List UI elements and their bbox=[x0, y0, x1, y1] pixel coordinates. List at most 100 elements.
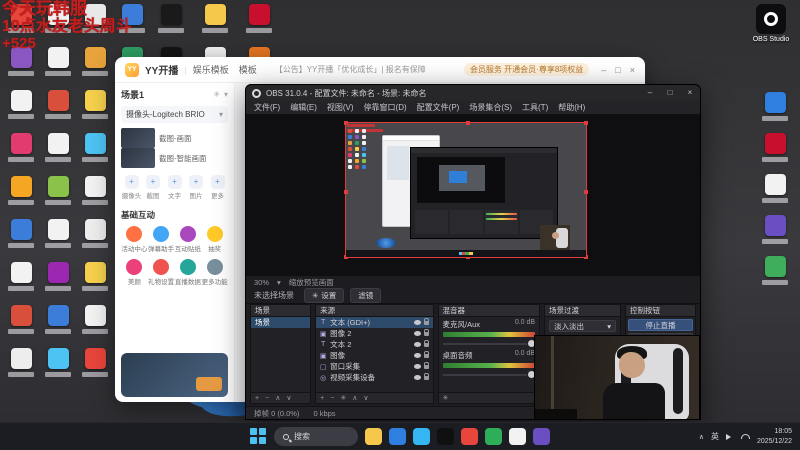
desktop-icon[interactable] bbox=[41, 176, 75, 205]
close-icon[interactable]: × bbox=[680, 85, 700, 101]
network-icon[interactable] bbox=[740, 434, 750, 439]
desktop-icon[interactable] bbox=[41, 133, 75, 162]
mixer-settings-icon[interactable]: ✳ bbox=[443, 394, 449, 402]
desktop-icon[interactable] bbox=[758, 215, 792, 244]
desktop-icon[interactable] bbox=[78, 176, 112, 205]
yy-interact-item[interactable]: 抽奖 bbox=[201, 226, 228, 253]
obs-menu-item[interactable]: 场景集合(S) bbox=[469, 102, 512, 113]
source-properties-icon[interactable]: ✳ bbox=[340, 394, 346, 402]
taskbar-app-icon[interactable] bbox=[365, 428, 382, 445]
yy-interact-item[interactable]: 弹幕助手 bbox=[148, 226, 175, 253]
volume-slider[interactable] bbox=[442, 339, 536, 348]
taskbar-app-icon[interactable] bbox=[437, 428, 454, 445]
add-source-icon[interactable]: + bbox=[320, 395, 324, 402]
desktop-icon[interactable] bbox=[154, 4, 188, 33]
obs-menu-item[interactable]: 帮助(H) bbox=[558, 102, 585, 113]
desktop-icon[interactable] bbox=[758, 92, 792, 121]
yy-add-tool-button[interactable]: + 截图 bbox=[143, 175, 164, 200]
close-icon[interactable]: × bbox=[630, 65, 635, 75]
lock-icon[interactable] bbox=[423, 372, 429, 380]
obs-preview-source-display-capture[interactable] bbox=[344, 121, 588, 259]
obs-menu-item[interactable]: 配置文件(P) bbox=[417, 102, 460, 113]
desktop-icon[interactable] bbox=[41, 348, 75, 377]
yy-add-tool-button[interactable]: + 更多 bbox=[207, 175, 228, 200]
visibility-eye-icon[interactable] bbox=[413, 364, 421, 369]
scene-list-item[interactable]: 场景 bbox=[251, 317, 311, 328]
desktop-icon[interactable] bbox=[4, 219, 38, 248]
lock-icon[interactable] bbox=[423, 328, 429, 336]
yy-add-tool-button[interactable]: + 摄像头 bbox=[121, 175, 142, 200]
control-button[interactable]: 停止直播 bbox=[627, 319, 693, 331]
resize-handle[interactable] bbox=[466, 121, 470, 125]
desktop-icon[interactable] bbox=[758, 256, 792, 285]
visibility-eye-icon[interactable] bbox=[413, 320, 421, 325]
obs-menu-item[interactable]: 文件(F) bbox=[254, 102, 280, 113]
visibility-eye-icon[interactable] bbox=[413, 331, 421, 336]
desktop-icon[interactable] bbox=[758, 133, 792, 162]
desktop-icon[interactable] bbox=[198, 4, 232, 33]
visibility-eye-icon[interactable] bbox=[413, 342, 421, 347]
desktop-icon[interactable] bbox=[41, 262, 75, 291]
desktop-icon[interactable] bbox=[4, 262, 38, 291]
remove-source-icon[interactable]: − bbox=[330, 395, 334, 402]
yy-interact-item[interactable]: 更多功能 bbox=[201, 259, 228, 286]
taskbar-app-icon[interactable] bbox=[485, 428, 502, 445]
yy-interact-item[interactable]: 美颜 bbox=[121, 259, 148, 286]
source-row[interactable]: ▢ 窗口采集 bbox=[316, 361, 432, 372]
zoom-level[interactable]: 30% bbox=[254, 278, 269, 287]
yy-camera-source[interactable]: 摄像头-Logitech BRIO ▾ bbox=[121, 106, 228, 123]
desktop-icon[interactable] bbox=[78, 348, 112, 377]
volume-slider[interactable] bbox=[442, 370, 536, 379]
desktop-icon[interactable] bbox=[41, 219, 75, 248]
resize-handle[interactable] bbox=[584, 121, 588, 125]
scene-settings-button[interactable]: ✳ 设置 bbox=[304, 288, 345, 303]
minimize-icon[interactable]: – bbox=[640, 85, 660, 101]
yy-source-item[interactable]: 截图-智能画面 bbox=[121, 148, 228, 168]
obs-preview-canvas[interactable] bbox=[246, 115, 700, 276]
resize-handle[interactable] bbox=[344, 190, 348, 194]
lock-icon[interactable] bbox=[423, 317, 429, 325]
visibility-eye-icon[interactable] bbox=[413, 375, 421, 380]
obs-menu-item[interactable]: 工具(T) bbox=[522, 102, 548, 113]
desktop-icon-obs-studio[interactable]: OBS Studio bbox=[748, 4, 794, 43]
resize-handle[interactable] bbox=[584, 190, 588, 194]
desktop-icon[interactable] bbox=[4, 305, 38, 334]
move-up-icon[interactable]: ∧ bbox=[275, 394, 280, 402]
taskbar-app-icon[interactable] bbox=[461, 428, 478, 445]
chevron-down-icon[interactable]: ▾ bbox=[224, 90, 228, 99]
lock-icon[interactable] bbox=[423, 350, 429, 358]
obs-menu-item[interactable]: 编辑(E) bbox=[290, 102, 317, 113]
desktop-icon[interactable] bbox=[78, 90, 112, 119]
search-input[interactable]: 搜索 bbox=[274, 427, 358, 446]
desktop-icon[interactable] bbox=[4, 348, 38, 377]
filters-button[interactable]: 滤镜 bbox=[350, 288, 382, 303]
desktop-icon[interactable] bbox=[4, 90, 38, 119]
lock-icon[interactable] bbox=[423, 339, 429, 347]
yy-interact-item[interactable]: 活动中心 bbox=[121, 226, 148, 253]
desktop-icon[interactable] bbox=[4, 176, 38, 205]
desktop-icon[interactable] bbox=[758, 174, 792, 203]
yy-tab-entertainment[interactable]: 娱乐模板 bbox=[193, 63, 229, 76]
remove-scene-icon[interactable]: − bbox=[265, 395, 269, 402]
chevron-down-icon[interactable]: ▾ bbox=[277, 278, 281, 287]
start-button[interactable] bbox=[250, 428, 267, 445]
obs-menu-item[interactable]: 停靠窗口(D) bbox=[364, 102, 407, 113]
move-up-icon[interactable]: ∧ bbox=[352, 394, 357, 402]
source-row[interactable]: ▣ 图像 bbox=[316, 350, 432, 361]
desktop-icon[interactable] bbox=[78, 133, 112, 162]
transition-select[interactable]: 淡入淡出 ▾ bbox=[549, 320, 616, 332]
clock[interactable]: 18:05 2025/12/22 bbox=[757, 427, 792, 445]
minimize-icon[interactable]: – bbox=[601, 65, 606, 75]
desktop-icon[interactable] bbox=[41, 90, 75, 119]
yy-interact-item[interactable]: 直播数据 bbox=[175, 259, 202, 286]
yy-interact-item[interactable]: 互动贴纸 bbox=[175, 226, 202, 253]
desktop-icon[interactable] bbox=[4, 133, 38, 162]
add-scene-icon[interactable]: + bbox=[255, 395, 259, 402]
tray-chevron-icon[interactable]: ∧ bbox=[699, 433, 704, 441]
desktop-icon[interactable] bbox=[78, 262, 112, 291]
volume-icon[interactable] bbox=[725, 433, 734, 440]
desktop-icon[interactable] bbox=[242, 4, 276, 33]
move-down-icon[interactable]: ∨ bbox=[286, 394, 291, 402]
gear-icon[interactable]: ✳ bbox=[213, 90, 220, 99]
source-row[interactable]: ◎ 视频采集设备 bbox=[316, 372, 432, 383]
